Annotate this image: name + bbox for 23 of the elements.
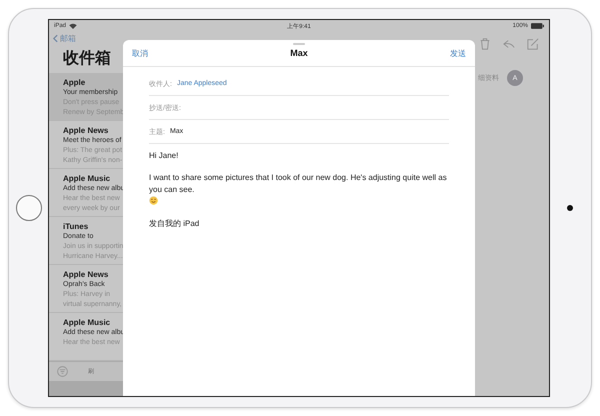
message-sender: Apple News [63,268,110,280]
message-sender: iTunes [63,220,90,232]
compose-icon[interactable] [527,38,539,50]
smiley-icon [149,196,158,205]
message-sender: Apple News [63,124,110,136]
reply-icon[interactable] [503,38,515,50]
message-sender: Apple [63,76,86,88]
message-sender: Apple Music [63,316,112,328]
wifi-icon [69,23,78,29]
cancel-button[interactable]: 取消 [132,48,148,58]
send-button[interactable]: 发送 [450,48,466,58]
message-body-text: 发自我的 iPad [149,218,200,230]
home-button[interactable] [16,195,42,221]
message-body-text: Hi Jane! [149,150,180,162]
compose-title: Max [290,48,308,58]
message-body-text: I want to share some pictures that I took of our new dog. He's adjusting quite well as you can see. [149,172,448,196]
mailbox-title: 收件箱 [62,48,112,69]
trash-icon[interactable] [479,38,491,50]
message-sender: Apple Music [63,172,112,184]
camera-dot [566,205,572,211]
chevron-left-icon [53,34,58,44]
battery-icon [531,23,544,29]
filter-icon[interactable] [57,366,68,377]
